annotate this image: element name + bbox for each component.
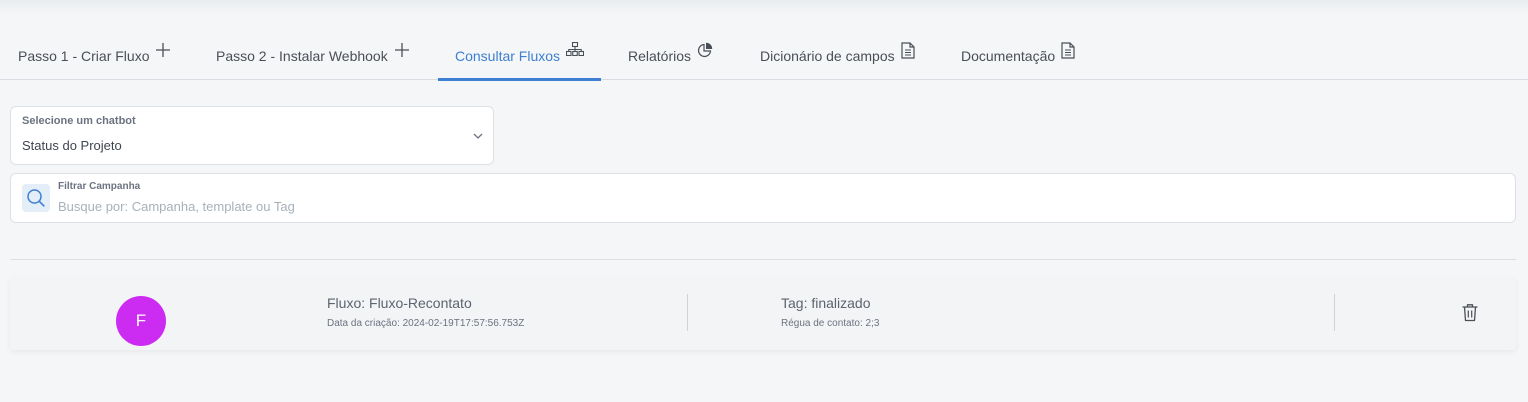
tab-dicionario-campos[interactable]: Dicionário de campos <box>760 30 915 80</box>
tab-label: Dicionário de campos <box>760 48 895 64</box>
flow-info: Fluxo: Fluxo-Recontato Data da criação: … <box>327 295 524 329</box>
chevron-down-icon <box>472 130 484 142</box>
tab-bar: Passo 1 - Criar Fluxo Passo 2 - Instalar… <box>0 30 1528 81</box>
column-divider <box>1334 294 1335 331</box>
tab-label: Passo 2 - Instalar Webhook <box>216 48 388 64</box>
plus-icon <box>155 42 171 58</box>
document-icon <box>1061 42 1075 59</box>
tab-label: Passo 1 - Criar Fluxo <box>18 48 150 64</box>
divider <box>10 259 1516 260</box>
flow-card: F Fluxo: Fluxo-Recontato Data da criação… <box>10 277 1516 350</box>
tab-criar-fluxo[interactable]: Passo 1 - Criar Fluxo <box>18 30 171 80</box>
tab-label: Documentação <box>961 48 1056 64</box>
flow-tag-info: Tag: finalizado Régua de contato: 2;3 <box>781 295 879 329</box>
search-icon[interactable] <box>22 184 50 212</box>
campaign-filter: Filtrar Campanha <box>10 173 1516 223</box>
pie-chart-icon <box>697 42 713 58</box>
tab-label: Consultar Fluxos <box>455 48 561 64</box>
plus-icon <box>394 42 410 58</box>
tab-label: Relatórios <box>628 48 692 64</box>
column-divider <box>687 294 688 331</box>
avatar: F <box>116 296 166 346</box>
tab-instalar-webhook[interactable]: Passo 2 - Instalar Webhook <box>216 30 410 80</box>
top-bar <box>0 0 1528 14</box>
trash-icon[interactable] <box>1461 303 1479 322</box>
campaign-filter-caption: Filtrar Campanha <box>58 181 141 192</box>
tab-documentacao[interactable]: Documentação <box>961 30 1075 80</box>
chatbot-select-value: Status do Projeto <box>22 138 122 153</box>
flow-tag: Tag: finalizado <box>781 295 871 311</box>
search-input[interactable] <box>58 196 1458 216</box>
flow-title: Fluxo: Fluxo-Recontato <box>327 295 472 311</box>
tab-consultar-fluxos[interactable]: Consultar Fluxos <box>438 30 601 81</box>
sitemap-icon <box>566 42 585 56</box>
flow-created-date: Data da criação: 2024-02-19T17:57:56.753… <box>327 318 525 329</box>
tab-relatorios[interactable]: Relatórios <box>628 30 713 80</box>
chatbot-select-caption: Selecione um chatbot <box>22 115 136 127</box>
flow-contact-rule: Régua de contato: 2;3 <box>781 318 880 329</box>
document-icon <box>901 42 915 59</box>
chatbot-select[interactable]: Selecione um chatbot Status do Projeto <box>10 106 494 165</box>
